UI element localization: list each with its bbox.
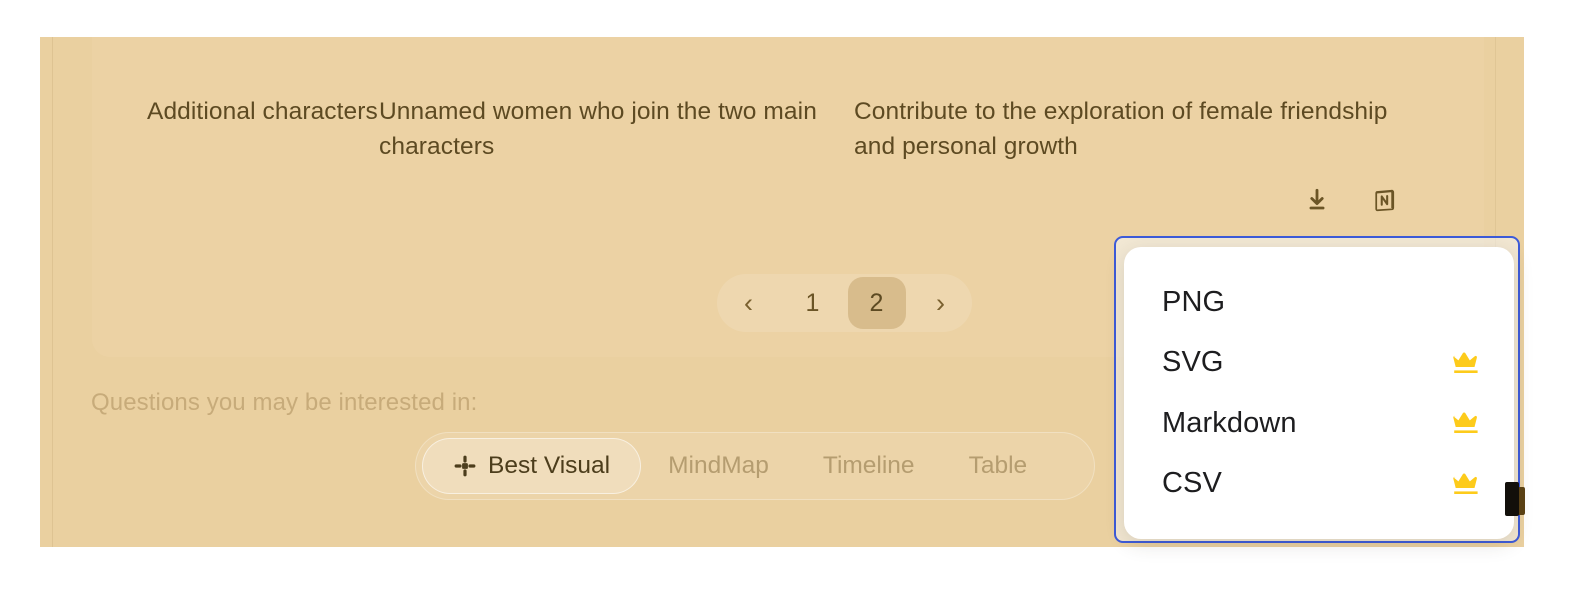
tab-timeline[interactable]: Timeline xyxy=(796,438,942,494)
sparkle-icon xyxy=(453,454,477,478)
export-menu-item-png[interactable]: PNG xyxy=(1124,273,1514,331)
pagination: ‹ 1 2 › xyxy=(717,274,972,332)
tab-label: Table xyxy=(968,452,1028,479)
pagination-page-2[interactable]: 2 xyxy=(847,277,906,329)
tab-label: Best Visual xyxy=(488,452,611,479)
export-menu-item-svg[interactable]: SVG xyxy=(1124,334,1514,392)
scrollbar-thumb[interactable] xyxy=(1505,482,1519,516)
tab-label: Timeline xyxy=(822,452,915,479)
pagination-next-button[interactable]: › xyxy=(912,277,970,329)
export-toolbar xyxy=(1302,185,1400,215)
download-icon[interactable] xyxy=(1302,185,1332,215)
export-menu-item-label: CSV xyxy=(1162,467,1222,500)
tab-mindmap[interactable]: MindMap xyxy=(641,438,796,494)
export-menu-item-markdown[interactable]: Markdown xyxy=(1124,394,1514,452)
crown-icon xyxy=(1452,351,1480,375)
export-menu-item-label: Markdown xyxy=(1162,406,1297,439)
export-menu-item-label: PNG xyxy=(1162,285,1226,318)
export-menu-item-csv[interactable]: CSV xyxy=(1124,455,1514,513)
tab-best-visual[interactable]: Best Visual xyxy=(422,438,642,494)
notion-icon[interactable] xyxy=(1370,185,1400,215)
app-window: Additional characters Unnamed women who … xyxy=(0,0,1592,596)
view-tabbar: Best Visual MindMap Timeline Table xyxy=(415,432,1095,500)
tab-table[interactable]: Table xyxy=(942,438,1055,494)
pagination-prev-button[interactable]: ‹ xyxy=(720,277,778,329)
crown-icon xyxy=(1452,472,1480,496)
export-menu-focus-ring: PNG SVG Markdown CSV xyxy=(1114,236,1520,543)
export-menu-item-label: SVG xyxy=(1162,346,1224,379)
clipped-top-text xyxy=(147,37,1047,39)
tab-label: MindMap xyxy=(668,452,769,479)
table-row: Additional characters Unnamed women who … xyxy=(92,94,1484,164)
panel-left-divider xyxy=(52,37,53,547)
row-label: Additional characters xyxy=(147,98,378,125)
row-description: Unnamed women who join the two main char… xyxy=(379,98,817,160)
pagination-page-1[interactable]: 1 xyxy=(784,277,842,329)
export-menu: PNG SVG Markdown CSV xyxy=(1124,247,1514,539)
questions-label: Questions you may be interested in: xyxy=(91,389,478,416)
crown-icon xyxy=(1452,411,1480,435)
row-significance: Contribute to the exploration of female … xyxy=(854,98,1388,160)
